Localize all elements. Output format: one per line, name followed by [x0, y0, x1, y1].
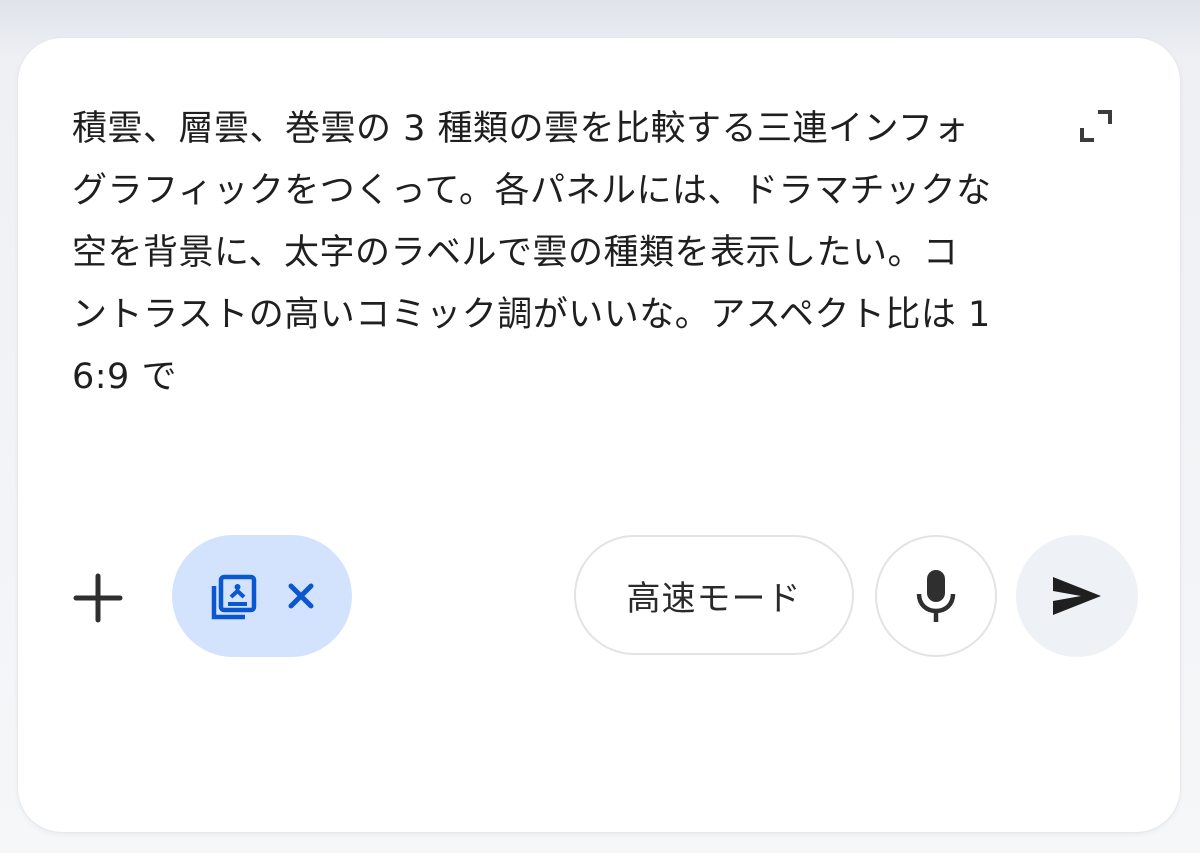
- attachment-chip[interactable]: [172, 535, 352, 657]
- microphone-icon: [916, 570, 956, 622]
- plus-icon: [73, 573, 123, 623]
- prompt-composer: 積雲、層雲、巻雲の 3 種類の雲を比較する三連インフォグラフィックをつくって。各…: [18, 38, 1180, 832]
- window-background: 積雲、層雲、巻雲の 3 種類の雲を比較する三連インフォグラフィックをつくって。各…: [0, 0, 1200, 853]
- image-stack-icon: [211, 574, 257, 620]
- mode-label: 高速モード: [626, 578, 802, 619]
- send-icon: [1053, 577, 1101, 615]
- add-attachment-button[interactable]: [68, 568, 128, 628]
- mode-selector-button[interactable]: 高速モード: [574, 535, 854, 655]
- remove-attachment-close-icon[interactable]: [284, 579, 318, 613]
- prompt-text[interactable]: 積雲、層雲、巻雲の 3 種類の雲を比較する三連インフォグラフィックをつくって。各…: [72, 98, 992, 408]
- expand-icon[interactable]: [1076, 106, 1116, 146]
- send-button[interactable]: [1016, 535, 1138, 657]
- microphone-button[interactable]: [875, 535, 997, 657]
